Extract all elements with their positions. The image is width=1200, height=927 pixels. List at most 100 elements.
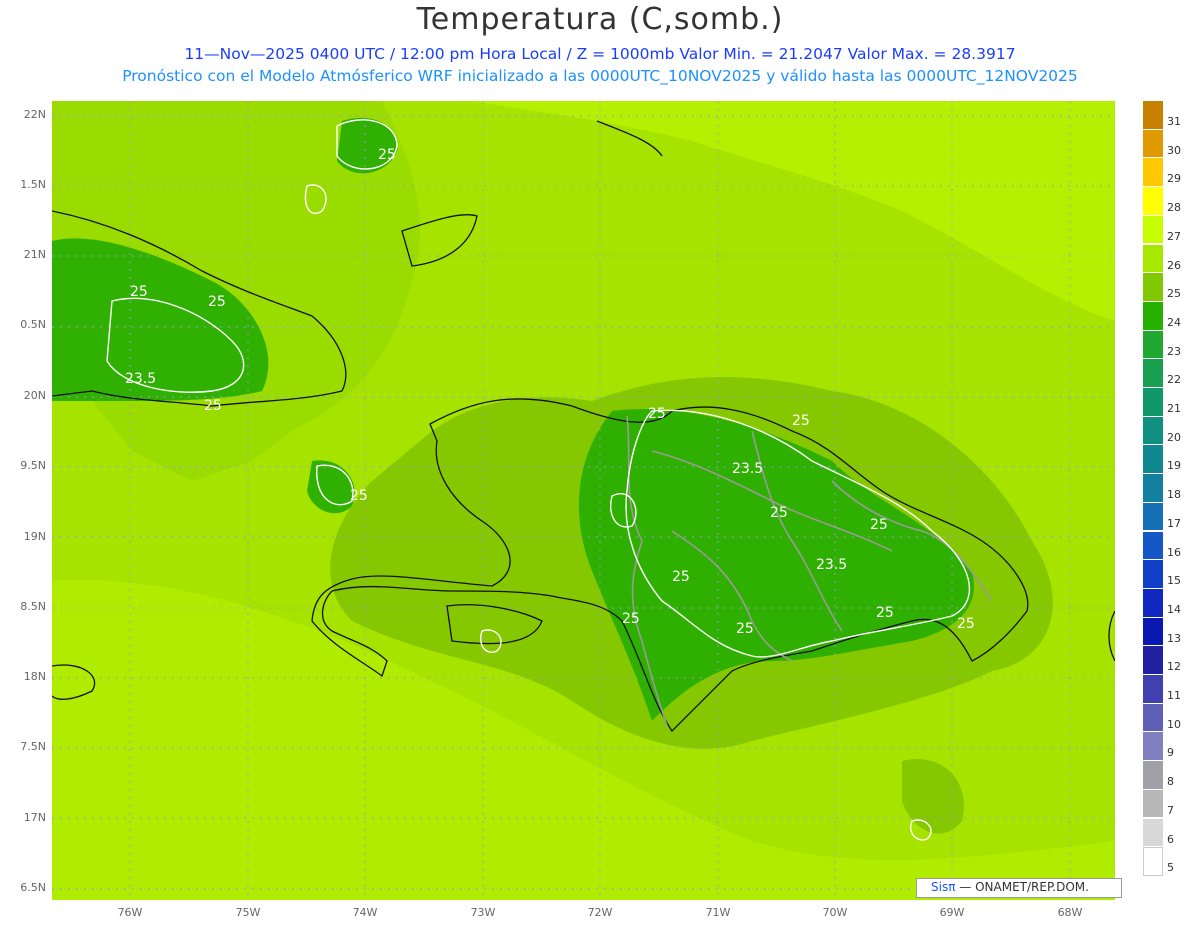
colorbar-swatch xyxy=(1143,301,1163,331)
contour-label: 25 xyxy=(792,413,810,429)
colorbar-label: 13 xyxy=(1167,631,1181,645)
colorbar-swatch xyxy=(1143,761,1163,790)
contour-label: 25 xyxy=(130,284,148,300)
contour-label: 23.5 xyxy=(125,371,157,387)
lat-label: 21N xyxy=(23,248,46,261)
colorbar-label: 28 xyxy=(1167,201,1181,215)
colorbar-swatch xyxy=(1143,646,1163,675)
colorbar-swatch xyxy=(1143,416,1163,446)
colorbar-label: 8 xyxy=(1167,775,1174,789)
colorbar-swatch xyxy=(1143,675,1163,704)
colorbar-swatch xyxy=(1143,818,1163,848)
colorbar-swatch xyxy=(1143,732,1163,762)
colorbar-swatch xyxy=(1143,129,1163,159)
lat-label: 22N xyxy=(23,108,46,121)
colorbar-swatch xyxy=(1143,244,1163,274)
colorbar-label: 21 xyxy=(1167,402,1181,415)
chart-title: Temperatura (C,somb.) xyxy=(416,2,784,37)
colorbar-label: 19 xyxy=(1167,459,1181,473)
lat-label: 18N xyxy=(23,670,46,683)
colorbar-swatch xyxy=(1143,560,1163,589)
colorbar-swatch xyxy=(1143,158,1163,188)
colorbar-swatch xyxy=(1143,588,1163,618)
contour-label: 23.5 xyxy=(732,461,764,477)
lat-label: 6.5N xyxy=(20,881,46,894)
contour-label: 25 xyxy=(622,611,640,627)
contour-label: 25 xyxy=(770,505,788,521)
colorbar-label: 22 xyxy=(1167,373,1181,387)
colorbar-label: 17 xyxy=(1167,516,1181,530)
lon-label: 68W xyxy=(1057,906,1083,919)
colorbar-swatch xyxy=(1143,273,1163,302)
contour-label: 25 xyxy=(736,621,754,637)
colorbar-swatch xyxy=(1143,617,1163,647)
lon-label: 71W xyxy=(705,906,731,919)
colorbar-label: 15 xyxy=(1167,574,1181,588)
colorbar-swatch xyxy=(1143,703,1163,733)
colorbar-swatch xyxy=(1143,502,1163,532)
colorbar-label: 24 xyxy=(1167,315,1181,329)
map-panel: 25 25 25 23.5 25 25 25 25 23.5 25 25 23.5 25 25 25 25 25 xyxy=(52,101,1115,900)
colorbar-swatch xyxy=(1143,330,1163,360)
colorbar-swatch xyxy=(1143,789,1163,819)
lat-label: 1.5N xyxy=(20,178,46,191)
lon-label: 76W xyxy=(117,906,143,919)
colorbar-swatch xyxy=(1143,359,1163,388)
colorbar-swatch xyxy=(1143,187,1163,216)
contour-label: 23.5 xyxy=(816,557,848,573)
colorbar-label: 26 xyxy=(1167,258,1181,272)
colorbar-label: 20 xyxy=(1167,430,1181,444)
lat-label: 17N xyxy=(23,811,46,824)
colorbar-swatch xyxy=(1143,474,1163,503)
lon-label: 73W xyxy=(470,906,496,919)
colorbar-label: 18 xyxy=(1167,488,1181,502)
colorbar-label: 6 xyxy=(1167,832,1174,846)
contour-label: 25 xyxy=(648,406,666,422)
colorbar-label: 5 xyxy=(1167,861,1174,875)
contour-label: 25 xyxy=(204,398,222,414)
lon-label: 74W xyxy=(352,906,378,919)
contour-label: 25 xyxy=(350,488,368,504)
lon-label: 75W xyxy=(235,906,261,919)
colorbar-swatch xyxy=(1143,445,1163,475)
subtitle-model-info: Pronóstico con el Modelo Atmósferico WRF… xyxy=(122,67,1078,85)
colorbar-label: 25 xyxy=(1167,287,1181,301)
lat-label: 7.5N xyxy=(20,740,46,753)
colorbar-label: 12 xyxy=(1167,660,1181,674)
contour-label: 25 xyxy=(876,605,894,621)
temperature-field xyxy=(52,101,1115,900)
colorbar-swatch xyxy=(1143,215,1163,245)
contour-label: 25 xyxy=(957,616,975,632)
colorbar-label: 29 xyxy=(1167,172,1181,186)
colorbar-swatch xyxy=(1143,531,1163,561)
contour-label: 25 xyxy=(378,147,396,163)
lon-label: 72W xyxy=(587,906,613,919)
colorbar-label: 7 xyxy=(1167,803,1174,817)
colorbar-swatch xyxy=(1143,101,1163,130)
subtitle-valid-time: 11—Nov—2025 0400 UTC / 12:00 pm Hora Loc… xyxy=(184,45,1016,63)
colorbar-label: 14 xyxy=(1167,602,1181,616)
lat-label: 19N xyxy=(23,530,46,543)
colorbar-swatch xyxy=(1143,388,1163,417)
lon-label: 69W xyxy=(939,906,965,919)
colorbar-label: 16 xyxy=(1167,545,1181,559)
colorbar-swatch xyxy=(1143,847,1163,876)
colorbar-label: 27 xyxy=(1167,229,1181,243)
onamet-logo-text: — ONAMET/REP.DOM. xyxy=(959,880,1089,894)
lat-label: 8.5N xyxy=(20,600,46,613)
lat-label: 9.5N xyxy=(20,459,46,472)
contour-label: 25 xyxy=(208,294,226,310)
colorbar-label: 10 xyxy=(1167,717,1181,731)
lon-label: 70W xyxy=(822,906,848,919)
colorbar-label: 30 xyxy=(1167,143,1181,157)
colorbar-label: 11 xyxy=(1167,689,1181,702)
colorbar-label: 9 xyxy=(1167,746,1174,760)
colorbar-label: 31 xyxy=(1167,115,1181,128)
onamet-logo: Sisπ — ONAMET/REP.DOM. xyxy=(916,878,1122,898)
contour-label: 25 xyxy=(672,569,690,585)
lat-label: 20N xyxy=(23,389,46,402)
colorbar-label: 23 xyxy=(1167,344,1181,358)
sispi-logo-text: Sisπ xyxy=(931,880,956,894)
lat-label: 0.5N xyxy=(20,318,46,331)
contour-label: 25 xyxy=(870,517,888,533)
